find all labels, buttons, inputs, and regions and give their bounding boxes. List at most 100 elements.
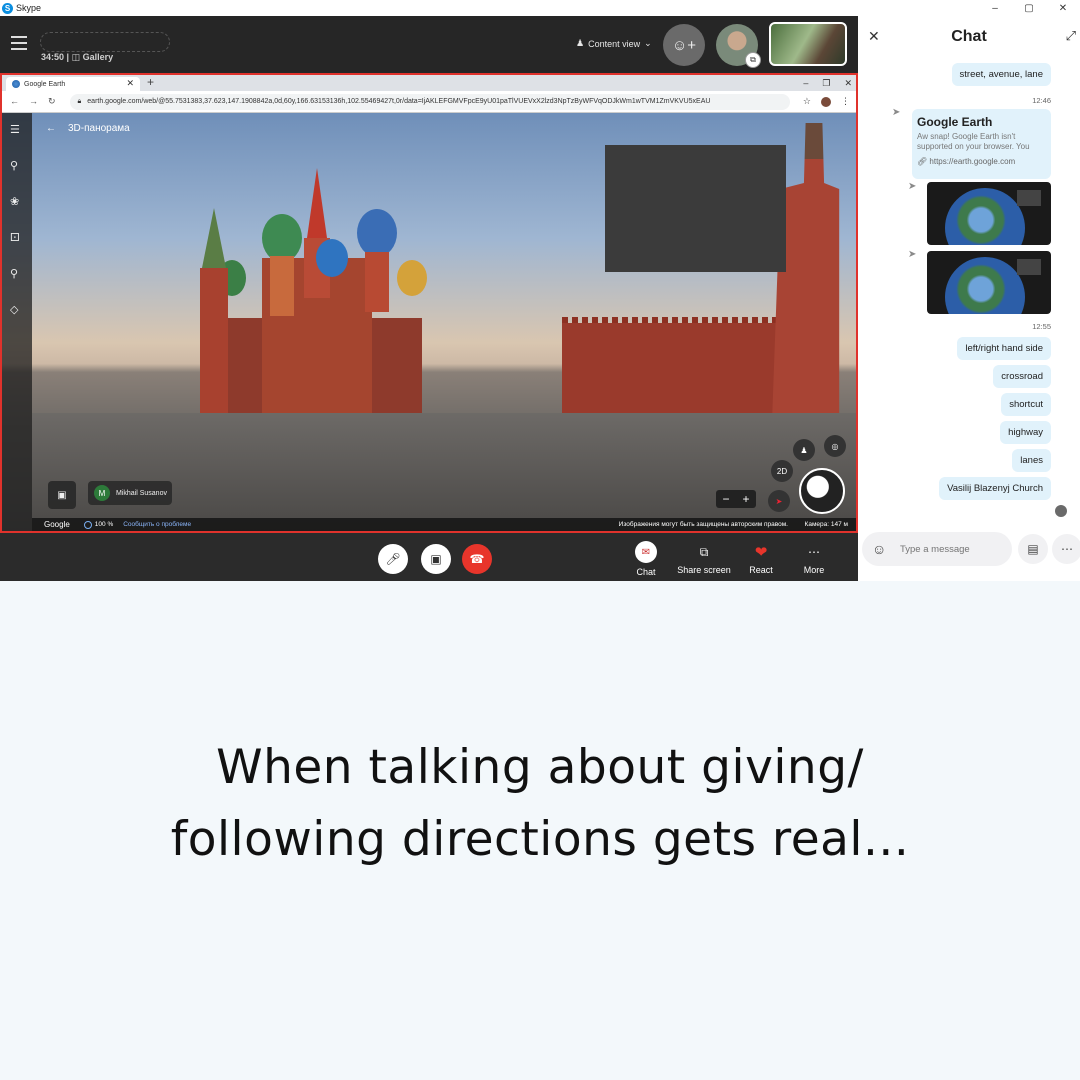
hang-up-icon: ☎︎: [469, 552, 485, 566]
timestamp: 12:46: [1032, 96, 1051, 105]
my-location-icon[interactable]: ◎: [824, 435, 846, 457]
camera-button[interactable]: ▣: [421, 544, 451, 574]
gallery-icon: ◫: [71, 52, 81, 62]
zoom-value: 100 %: [94, 521, 114, 528]
google-earth-footer: Google 100 % Сообщить о проблеме Изображ…: [32, 518, 856, 531]
ge-voyager-icon[interactable]: ❀: [10, 195, 19, 208]
window-controls: – ▢ ✕: [978, 0, 1080, 16]
url-field[interactable]: 🔒︎ earth.google.com/web/@55.7531383,37.6…: [69, 93, 790, 110]
chat-header: ✕ Chat ⤢: [858, 16, 1080, 56]
google-logo: Google: [44, 520, 70, 529]
toggle-2d-button[interactable]: 2D: [771, 460, 793, 482]
link-preview-card[interactable]: Google Earth Aw snap! Google Earth isn't…: [912, 109, 1051, 179]
call-timer: 34:50 | ◫ Gallery: [41, 52, 113, 63]
caption-line-1: When talking about giving/: [216, 740, 864, 795]
chat-icon: ✉︎: [635, 541, 657, 563]
more-options-icon: ⋯: [1061, 542, 1073, 556]
shared-screen: Google Earth ✕ + – ❐ ✕ ← → ↻ 🔒︎ earth.go…: [0, 73, 858, 533]
google-earth-favicon-icon: [12, 80, 20, 88]
forward-icon[interactable]: →: [29, 96, 38, 107]
message-input[interactable]: [900, 540, 1005, 558]
self-video-preview[interactable]: [769, 22, 847, 66]
ge-layers-icon[interactable]: ◇: [10, 303, 18, 316]
heart-icon: ❤: [754, 544, 768, 561]
read-receipt-avatar: [1055, 505, 1067, 517]
chat-title: Chat: [951, 28, 987, 45]
person-view-icon: ♟: [576, 38, 585, 48]
shared-image-thumbnail[interactable]: [927, 251, 1051, 314]
browser-window-controls: – ❐ ✕: [803, 75, 852, 91]
reload-icon[interactable]: ↻: [48, 96, 56, 107]
react-label: React: [749, 565, 773, 575]
share-screen-button[interactable]: ⧉ Share screen: [674, 543, 734, 576]
close-window-button[interactable]: ✕: [1046, 0, 1080, 16]
mini-globe-icon[interactable]: [799, 468, 845, 514]
chat-panel: ✕ Chat ⤢ street, avenue, lane 12:46 ➤ Go…: [858, 16, 1080, 581]
gallery-label[interactable]: Gallery: [83, 52, 114, 62]
panorama-back-icon[interactable]: ←: [46, 123, 56, 134]
emoji-icon[interactable]: ☺: [872, 541, 886, 557]
microphone-button[interactable]: 🎤︎: [378, 544, 408, 574]
report-problem-link[interactable]: Сообщить о проблеме: [123, 521, 191, 528]
back-icon[interactable]: ←: [10, 96, 19, 107]
link-url-text: https://earth.google.com: [929, 156, 1016, 166]
thumbnail-box: [1017, 190, 1041, 206]
more-button[interactable]: ⋯ More: [784, 543, 844, 575]
browser-tab[interactable]: Google Earth ✕: [6, 77, 140, 91]
maximize-button[interactable]: ▢: [1012, 0, 1046, 16]
window-title-bar: S Skype – ▢ ✕: [0, 0, 1080, 16]
link-icon: 🔗︎: [917, 156, 930, 166]
link-preview-description: Aw snap! Google Earth isn't supported on…: [917, 132, 1030, 152]
ge-menu-icon[interactable]: ☰: [10, 123, 20, 136]
message-composer: ☺: [862, 532, 1012, 566]
react-button[interactable]: ❤ React: [731, 543, 791, 575]
camera-altitude: Камера: 147 м: [804, 521, 848, 528]
share-screen-label: Share screen: [677, 565, 731, 575]
content-view-button[interactable]: ♟ Content view ⌄: [576, 38, 652, 49]
expand-chat-icon[interactable]: ⤢: [1066, 28, 1076, 44]
add-participant-button[interactable]: ☺+: [663, 24, 705, 66]
browser-address-bar: ← → ↻ 🔒︎ earth.google.com/web/@55.753138…: [2, 91, 856, 113]
ge-random-icon[interactable]: ⚀: [10, 231, 20, 244]
participant-name: Mikhail Susanov: [116, 489, 167, 497]
contact-card-icon: ▤: [1027, 542, 1039, 556]
browser-close-icon[interactable]: ✕: [844, 78, 852, 89]
browser-minimize-icon[interactable]: –: [803, 78, 808, 88]
pegman-icon[interactable]: ♟: [793, 439, 815, 461]
menu-icon[interactable]: [11, 36, 27, 50]
kebab-menu-icon[interactable]: ⋮: [841, 96, 850, 107]
ge-projects-icon[interactable]: ⚲: [10, 267, 18, 280]
chat-button[interactable]: ✉︎ Chat: [616, 541, 676, 577]
chevron-down-icon: ⌄: [644, 38, 652, 48]
bookmark-star-icon[interactable]: ☆: [803, 96, 811, 107]
compass-icon[interactable]: ➤: [768, 490, 790, 512]
ge-search-icon[interactable]: ⚲: [10, 159, 18, 172]
profile-avatar[interactable]: [821, 96, 831, 107]
window-title: Skype: [16, 3, 42, 13]
participant-avatar[interactable]: ⧉: [716, 24, 761, 68]
link-preview-title: Google Earth: [917, 115, 993, 129]
meme-caption: When talking about giving/ following dir…: [0, 732, 1080, 876]
attach-contact-button[interactable]: ▤: [1018, 534, 1048, 564]
close-tab-icon[interactable]: ✕: [126, 78, 134, 89]
zoom-in-icon[interactable]: +: [742, 492, 749, 506]
zoom-out-icon[interactable]: −: [722, 492, 729, 506]
earth-globe-image: [945, 188, 1025, 245]
more-options-button[interactable]: ⋯: [1052, 534, 1080, 564]
caption-line-2: following directions gets real...: [170, 812, 910, 867]
link-preview-url[interactable]: 🔗︎ https://earth.google.com: [917, 157, 1046, 166]
google-earth-view[interactable]: ☰ ⚲ ❀ ⚀ ⚲ ◇ ← 3D-панорама ▣ M Mikhail Su…: [2, 113, 856, 531]
browser-restore-icon[interactable]: ❐: [822, 78, 830, 89]
call-header: 34:50 | ◫ Gallery ♟ Content view ⌄ ☺+ ⧉: [0, 16, 858, 74]
chat-message: highway: [1000, 421, 1051, 444]
shared-image-thumbnail[interactable]: [927, 182, 1051, 245]
copyright-text: Изображения могут быть защищены авторски…: [618, 521, 788, 528]
timestamp: 12:55: [1032, 322, 1051, 331]
end-call-button[interactable]: ☎︎: [462, 544, 492, 574]
minimize-button[interactable]: –: [978, 0, 1012, 16]
focus-participant-button[interactable]: ▣: [48, 481, 76, 509]
add-person-icon: ☺+: [671, 36, 697, 54]
participant-name-tag: M Mikhail Susanov: [88, 481, 172, 505]
new-tab-icon[interactable]: +: [147, 75, 154, 89]
sent-status-icon: ➤: [892, 107, 901, 118]
